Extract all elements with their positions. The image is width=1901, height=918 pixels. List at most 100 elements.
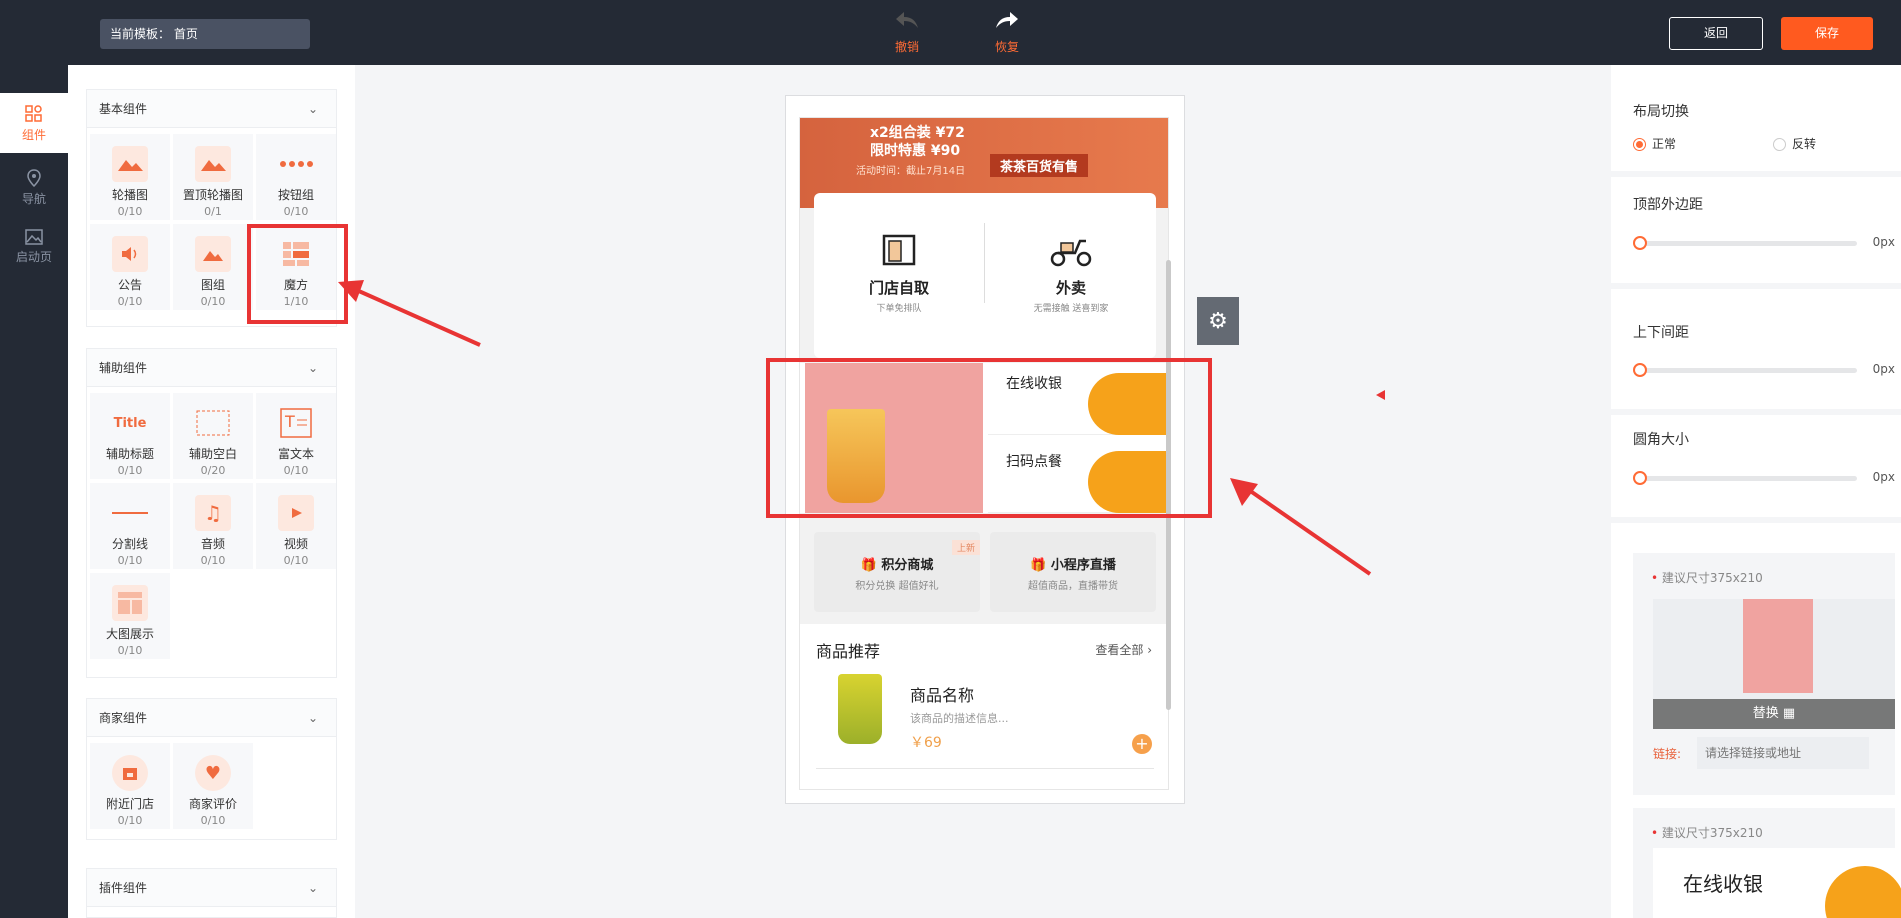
size-hint: 建议尺寸375x210 bbox=[1661, 826, 1763, 840]
undo-button[interactable]: 撤销 bbox=[877, 10, 937, 55]
goods-price: ￥69 bbox=[910, 735, 942, 751]
add-to-cart-icon[interactable]: + bbox=[1132, 734, 1152, 754]
banner-tag: 茶茶百货有售 bbox=[990, 154, 1089, 177]
radio-reverse[interactable]: 反转 bbox=[1773, 135, 1816, 152]
component-count: 0/10 bbox=[117, 205, 143, 218]
nav-item-navigation[interactable]: 导航 bbox=[0, 157, 68, 217]
component-aux-title[interactable]: Title 辅助标题 0/10 bbox=[90, 393, 170, 479]
spacing-value: 0px bbox=[1872, 362, 1895, 376]
speaker-icon bbox=[112, 236, 148, 272]
component-notice[interactable]: 公告 0/10 bbox=[90, 224, 170, 310]
component-button-group[interactable]: 按钮组 0/10 bbox=[256, 134, 336, 220]
component-count: 0/10 bbox=[117, 814, 143, 827]
small-arrow-marker bbox=[1376, 390, 1385, 400]
mini-points-mall[interactable]: 上新 🎁 积分商城 积分兑换 超值好礼 bbox=[814, 532, 980, 612]
bag-icon bbox=[882, 234, 916, 266]
slider-knob[interactable] bbox=[1633, 363, 1647, 377]
nav-item-components[interactable]: 组件 bbox=[0, 93, 68, 153]
pickup-name: 门店自取 bbox=[868, 279, 929, 297]
dots-icon bbox=[278, 146, 314, 182]
goods-image bbox=[838, 674, 882, 744]
radius-value: 0px bbox=[1872, 470, 1895, 484]
back-button[interactable]: 返回 bbox=[1669, 17, 1763, 50]
nav-label: 组件 bbox=[21, 128, 46, 142]
link-label: 链接: bbox=[1653, 747, 1682, 761]
nav-label: 导航 bbox=[21, 192, 46, 206]
group-header[interactable]: 基本组件 ⌄ bbox=[87, 90, 336, 128]
thumbnail-text: 在线收银 bbox=[1683, 872, 1763, 896]
component-image-group[interactable]: 图组 0/10 bbox=[173, 224, 253, 310]
component-big-image[interactable]: 大图展示 0/10 bbox=[90, 573, 170, 659]
image-setting-1: • 建议尺寸375x210 替换 ▦ 链接: bbox=[1633, 553, 1895, 795]
radio-dot bbox=[1633, 138, 1646, 151]
banner-line2: 限时特惠 ¥90 bbox=[870, 143, 961, 159]
required-mark: • bbox=[1651, 571, 1662, 585]
radio-normal[interactable]: 正常 bbox=[1633, 137, 1676, 151]
pickup-sub: 无需接触 送喜到家 bbox=[1033, 304, 1109, 314]
pickup-delivery[interactable]: 外卖 无需接触 送喜到家 bbox=[986, 233, 1156, 373]
component-count: 0/10 bbox=[117, 554, 143, 567]
radius-slider[interactable] bbox=[1633, 471, 1857, 485]
slider-knob[interactable] bbox=[1633, 236, 1647, 250]
image-thumbnail[interactable]: 在线收银 bbox=[1653, 848, 1901, 918]
divider-line-icon bbox=[112, 495, 148, 531]
chevron-down-icon: ⌄ bbox=[307, 711, 318, 725]
save-button[interactable]: 保存 bbox=[1781, 17, 1873, 50]
spacing-slider[interactable] bbox=[1633, 363, 1857, 377]
component-label: 辅助空白 bbox=[188, 447, 237, 461]
top-margin-slider[interactable] bbox=[1633, 236, 1857, 250]
orange-circle bbox=[1825, 866, 1901, 918]
component-merchant-review[interactable]: ♥ 商家评价 0/10 bbox=[173, 743, 253, 829]
gear-icon[interactable]: ⚙ bbox=[1197, 297, 1239, 345]
component-rich-text[interactable]: T 富文本 0/10 bbox=[256, 393, 336, 479]
nav-item-launch-page[interactable]: 启动页 bbox=[0, 217, 68, 277]
component-video[interactable]: 视频 0/10 bbox=[256, 483, 336, 569]
component-count: 0/20 bbox=[200, 464, 226, 477]
redo-button[interactable]: 恢复 bbox=[977, 10, 1037, 55]
component-divider[interactable]: 分割线 0/10 bbox=[90, 483, 170, 569]
divider bbox=[1611, 171, 1901, 177]
replace-label: 替换 bbox=[1752, 706, 1779, 721]
mountain-icon bbox=[112, 146, 148, 182]
mini-sub: 积分兑换 超值好礼 bbox=[855, 581, 939, 592]
component-count: 0/10 bbox=[200, 295, 226, 308]
left-nav: 组件 导航 启动页 bbox=[0, 65, 68, 918]
component-label: 富文本 bbox=[277, 447, 314, 461]
location-pin-icon bbox=[27, 169, 41, 187]
store-icon bbox=[112, 755, 148, 791]
group-header[interactable]: 商家组件 ⌄ bbox=[87, 699, 336, 737]
annotation-arrow-right bbox=[1230, 478, 1372, 576]
banner-date: 活动时间：截止7月14日 bbox=[856, 166, 966, 177]
goods-name: 商品名称 bbox=[910, 686, 975, 705]
component-count: 0/10 bbox=[117, 644, 143, 657]
link-input[interactable] bbox=[1697, 737, 1869, 769]
component-count: 0/10 bbox=[117, 295, 143, 308]
settings-panel: 布局切换 正常 反转 顶部外边距 0px 上下间距 0px 圆角大小 0px •… bbox=[1611, 65, 1901, 918]
radio-dot bbox=[1773, 138, 1786, 151]
layout-title: 布局切换 bbox=[1633, 104, 1689, 120]
annotation-arrow-left bbox=[338, 280, 481, 347]
pickup-self[interactable]: 门店自取 下单免排队 bbox=[814, 233, 984, 373]
mini-live[interactable]: 🎁 小程序直播 超值商品，直播带货 bbox=[990, 532, 1156, 612]
group-title: 基本组件 bbox=[99, 102, 148, 116]
component-panel: 基本组件 ⌄ 轮播图 0/10 置顶轮播图 0/1 按钮组 0/10 公告 0/1… bbox=[68, 65, 355, 918]
image-thumbnail[interactable]: 替换 ▦ bbox=[1653, 599, 1895, 729]
current-template-label[interactable]: 当前模板： 首页 bbox=[100, 19, 310, 49]
component-count: 0/10 bbox=[200, 554, 226, 567]
component-top-carousel[interactable]: 置顶轮播图 0/1 bbox=[173, 134, 253, 220]
component-aux-blank[interactable]: 辅助空白 0/20 bbox=[173, 393, 253, 479]
slider-knob[interactable] bbox=[1633, 471, 1647, 485]
replace-button[interactable]: 替换 ▦ bbox=[1653, 699, 1895, 729]
group-merchant: 商家组件 ⌄ 附近门店 0/10 ♥ 商家评价 0/10 bbox=[86, 698, 337, 840]
group-header[interactable]: 插件组件 ⌄ bbox=[87, 869, 336, 907]
component-label: 轮播图 bbox=[111, 188, 148, 202]
component-label: 大图展示 bbox=[105, 627, 154, 641]
component-carousel[interactable]: 轮播图 0/10 bbox=[90, 134, 170, 220]
svg-text:T: T bbox=[284, 412, 295, 431]
component-nearby-store[interactable]: 附近门店 0/10 bbox=[90, 743, 170, 829]
component-label: 辅助标题 bbox=[105, 447, 154, 461]
group-header[interactable]: 辅助组件 ⌄ bbox=[87, 349, 336, 387]
view-all-link[interactable]: 查看全部 › bbox=[1095, 641, 1152, 658]
divider bbox=[984, 223, 985, 303]
component-audio[interactable]: ♫ 音频 0/10 bbox=[173, 483, 253, 569]
